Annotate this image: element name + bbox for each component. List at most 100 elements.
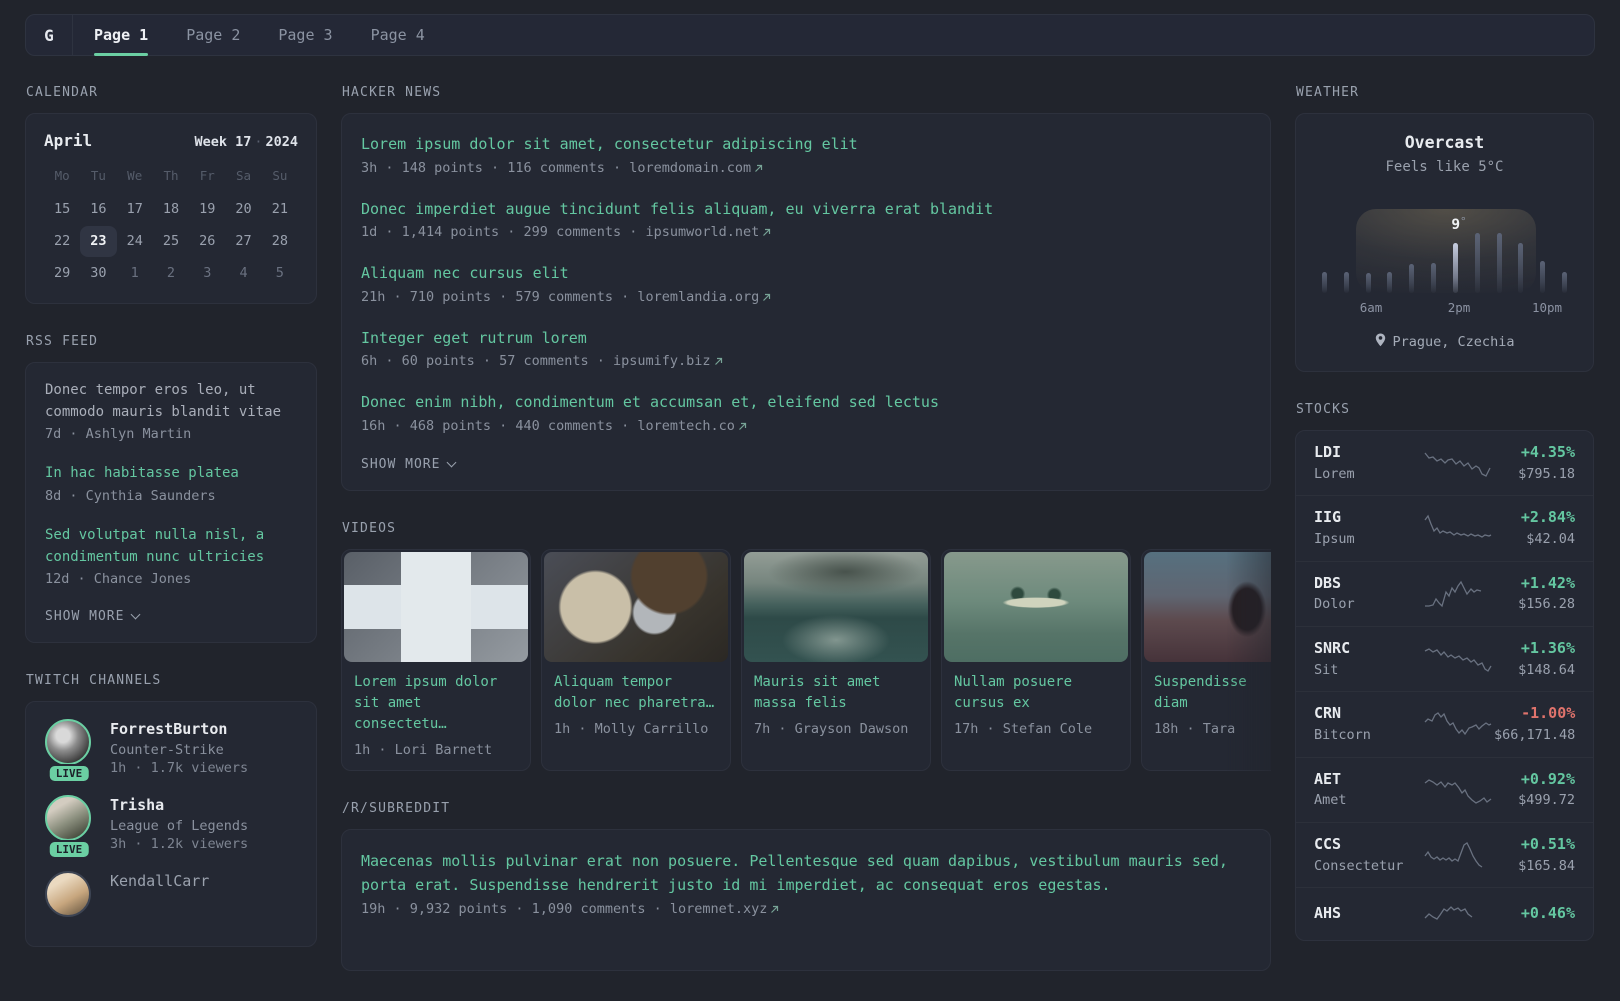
rss-item: Donec tempor eros leo, ut commodo mauris…: [45, 380, 297, 442]
calendar-month: April: [44, 131, 93, 150]
video-title[interactable]: Aliquam tempor dolor nec pharetra…: [544, 662, 728, 714]
video-card[interactable]: Mauris sit amet massa felis 7h · Grayson…: [741, 548, 931, 771]
hn-item-title[interactable]: Integer eget rutrum lorem: [361, 327, 1251, 350]
hn-item-title[interactable]: Donec enim nibh, condimentum et accumsan…: [361, 391, 1251, 414]
stock-ticker: AHS: [1314, 903, 1342, 922]
stock-name: Sit: [1314, 661, 1339, 678]
tab-page-2[interactable]: Page 2: [167, 15, 259, 55]
calendar-day-selected: 23: [80, 226, 117, 257]
video-meta: 18h · Tara: [1154, 720, 1236, 737]
calendar-day: 30: [90, 265, 107, 281]
twitch-channel-row[interactable]: LIVE Trisha League of Legends 3h · 1.2k …: [45, 795, 297, 860]
hn-item-meta: 6h · 60 points · 57 comments · ipsumify.…: [361, 353, 1251, 369]
twitch-channel-name[interactable]: ForrestBurton: [110, 719, 248, 740]
left-column: CALENDAR April Week 17 · 2024 Mo Tu We Th …: [25, 85, 317, 1001]
hn-item-title[interactable]: Aliquam nec cursus elit: [361, 262, 1251, 285]
stock-change: +2.84%: [1520, 508, 1575, 527]
calendar-week-year: Week 17 · 2024: [194, 134, 298, 150]
weather-panel: Overcast Feels like 5°C 9° 6am 2pm 10pm …: [1295, 113, 1594, 372]
calendar-day: 27: [235, 233, 252, 249]
live-badge: LIVE: [47, 764, 91, 784]
twitch-channel-row[interactable]: LIVE ForrestBurton Counter-Strike 1h · 1…: [45, 719, 297, 784]
video-thumbnail[interactable]: [344, 551, 528, 662]
video-card[interactable]: Aliquam tempor dolor nec pharetra… 1h · …: [541, 548, 731, 771]
stock-name: Dolor: [1314, 596, 1355, 613]
calendar-day: 29: [54, 265, 71, 281]
external-link-icon[interactable]: [738, 418, 747, 434]
rss-item-title[interactable]: Sed volutpat nulla nisl, a condimentum n…: [45, 525, 297, 568]
current-temperature: 9°: [1451, 215, 1467, 233]
video-card[interactable]: Nullam posuere cursus ex 17h · Stefan Co…: [941, 548, 1131, 771]
video-thumbnail[interactable]: [1144, 551, 1271, 662]
twitch-channel-name[interactable]: KendallCarr: [110, 871, 209, 892]
rss-item-meta: 7d · Ashlyn Martin: [45, 426, 192, 443]
video-title[interactable]: Lorem ipsum dolor sit amet consectetu…: [344, 662, 528, 735]
calendar-day: 25: [162, 233, 180, 249]
weather-feels-like: Feels like 5°C: [1385, 159, 1504, 175]
stocks-panel: LDI Lorem +4.35% $795.18 IIG Ipsum +2.84…: [1295, 430, 1594, 942]
twitch-channel-row[interactable]: KendallCarr: [45, 871, 297, 918]
hacker-news-panel: Lorem ipsum dolor sit amet, consectetur …: [341, 113, 1271, 491]
calendar-day-next-month: 1: [130, 265, 139, 281]
stock-change: +0.46%: [1520, 903, 1575, 922]
app-logo[interactable]: G: [26, 15, 73, 55]
avatar: [45, 795, 91, 842]
stock-name: Amet: [1314, 792, 1347, 809]
rss-item-title[interactable]: In hac habitasse platea: [45, 463, 297, 485]
calendar-day: 15: [54, 201, 71, 217]
hn-item-meta: 16h · 468 points · 440 comments · loremt…: [361, 418, 1251, 434]
twitch-widget: TWITCH CHANNELS LIVE ForrestBurton Count…: [25, 673, 317, 948]
calendar-heading: CALENDAR: [26, 85, 99, 100]
dashboard-content: CALENDAR April Week 17 · 2024 Mo Tu We Th …: [25, 85, 1595, 1001]
external-link-icon[interactable]: [714, 353, 723, 369]
twitch-channel-category[interactable]: Counter-Strike: [110, 742, 248, 758]
stock-row: IIG Ipsum +2.84% $42.04: [1296, 495, 1593, 560]
videos-widget: VIDEOS Lorem ipsum dolor sit amet consec…: [341, 521, 1271, 771]
subreddit-post-title[interactable]: Maecenas mollis pulvinar erat non posuer…: [361, 849, 1251, 897]
external-link-icon[interactable]: [754, 160, 763, 176]
weather-hourly-chart: 9°: [1314, 197, 1575, 293]
tab-page-1[interactable]: Page 1: [75, 15, 167, 56]
weekday-label: Fr: [199, 168, 215, 183]
video-title[interactable]: Suspendisse diam: [1144, 662, 1271, 714]
rss-item-title[interactable]: Donec tempor eros leo, ut commodo mauris…: [45, 380, 297, 423]
video-thumbnail[interactable]: [744, 551, 928, 662]
rss-show-more-button[interactable]: SHOW MORE: [45, 609, 141, 624]
tab-page-4[interactable]: Page 4: [352, 15, 444, 55]
calendar-day: 26: [199, 233, 216, 249]
tab-page-3[interactable]: Page 3: [259, 15, 351, 55]
temp-bar: [1518, 243, 1524, 293]
rss-heading: RSS FEED: [26, 334, 99, 349]
video-thumbnail[interactable]: [944, 551, 1128, 662]
external-link-icon[interactable]: [770, 901, 779, 917]
hn-show-more-button[interactable]: SHOW MORE: [361, 457, 457, 472]
twitch-channel-name[interactable]: Trisha: [110, 795, 248, 816]
video-title[interactable]: Nullam posuere cursus ex: [944, 662, 1128, 714]
stock-ticker: AET: [1314, 769, 1342, 788]
stock-price: $499.72: [1518, 792, 1575, 809]
videos-carousel: Lorem ipsum dolor sit amet consectetu… 1…: [341, 548, 1271, 771]
avatar: [45, 719, 91, 766]
twitch-channel-category[interactable]: League of Legends: [110, 818, 248, 834]
hn-item-title[interactable]: Lorem ipsum dolor sit amet, consectetur …: [361, 133, 1251, 156]
video-meta: 1h · Lori Barnett: [354, 741, 493, 758]
stock-ticker: DBS: [1314, 573, 1342, 592]
video-thumbnail[interactable]: [544, 551, 728, 662]
stock-row: AHS +0.46%: [1296, 887, 1593, 940]
stock-sparkline: [1422, 899, 1494, 929]
weather-location: Prague, Czechia: [1314, 333, 1575, 351]
stock-row: CRN Bitcorn -1.00% $66,171.48: [1296, 691, 1593, 756]
rss-item: In hac habitasse platea 8d · Cynthia Sau…: [45, 463, 297, 504]
calendar-day: 18: [162, 201, 180, 217]
stocks-heading: STOCKS: [1296, 402, 1351, 417]
hn-item-title[interactable]: Donec imperdiet augue tincidunt felis al…: [361, 198, 1251, 221]
external-link-icon[interactable]: [762, 224, 771, 240]
stock-ticker: CRN: [1314, 704, 1342, 723]
video-card[interactable]: Suspendisse diam 18h · Tara: [1141, 548, 1271, 771]
video-card[interactable]: Lorem ipsum dolor sit amet consectetu… 1…: [341, 548, 531, 771]
temp-bar: [1540, 261, 1546, 293]
stock-price: $165.84: [1518, 857, 1575, 874]
video-title[interactable]: Mauris sit amet massa felis: [744, 662, 928, 714]
external-link-icon[interactable]: [762, 289, 771, 305]
calendar-day: 22: [54, 233, 71, 249]
